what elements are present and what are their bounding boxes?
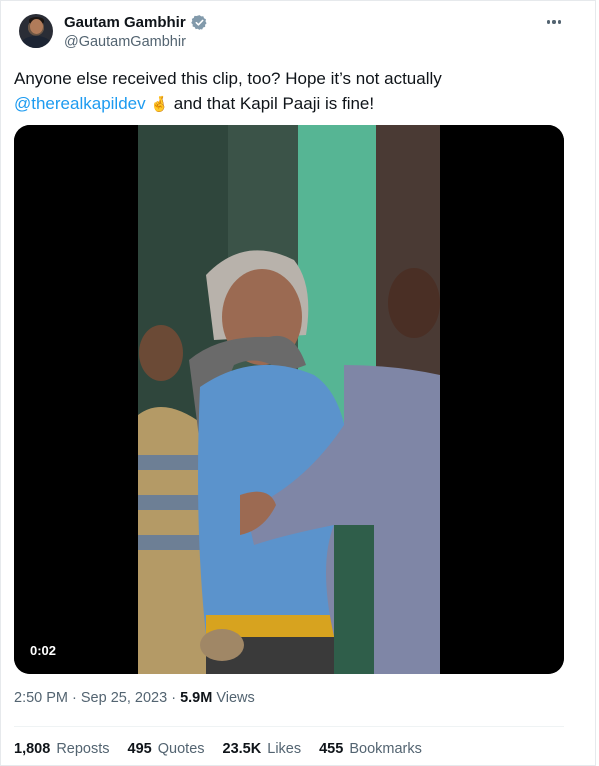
reposts-count: 1,808: [14, 741, 51, 757]
tweet-text-part: Anyone else received this clip, too? Hop…: [14, 69, 442, 88]
quotes-stat[interactable]: 495 Quotes: [128, 741, 205, 757]
meta-separator: ·: [167, 690, 181, 706]
likes-stat[interactable]: 23.5K Likes: [223, 741, 302, 757]
crossed-fingers-emoji: 🤞: [150, 95, 170, 113]
avatar[interactable]: [19, 14, 53, 48]
bookmarks-count: 455: [319, 741, 344, 757]
views-label: Views: [212, 690, 255, 706]
bookmarks-label: Bookmarks: [349, 741, 422, 757]
reposts-stat[interactable]: 1,808 Reposts: [14, 741, 110, 757]
verified-badge-icon: [190, 15, 207, 30]
quotes-label: Quotes: [157, 741, 205, 757]
likes-label: Likes: [267, 741, 302, 757]
likes-count: 23.5K: [222, 741, 262, 757]
author-handle[interactable]: @GautamGambhir: [64, 34, 186, 50]
more-options-icon[interactable]: [543, 13, 565, 31]
mention-link[interactable]: @therealkapildev: [14, 94, 146, 113]
author-name-row: Gautam Gambhir: [64, 14, 208, 31]
tweet-date[interactable]: Sep 25, 2023: [81, 690, 167, 706]
video-duration-badge: 0:02: [24, 641, 63, 660]
tweet-meta: 2:50 PM · Sep 25, 2023 · 5.9M Views: [14, 690, 255, 706]
meta-separator: ·: [68, 690, 81, 706]
author-display-name[interactable]: Gautam Gambhir: [64, 14, 186, 31]
tweet-time[interactable]: 2:50 PM: [14, 690, 68, 706]
views-count: 5.9M: [180, 690, 213, 706]
reposts-label: Reposts: [56, 741, 110, 757]
divider: [14, 726, 564, 727]
video-frame: [14, 125, 564, 674]
bookmarks-stat[interactable]: 455 Bookmarks: [319, 741, 422, 757]
tweet-text-part: and that Kapil Paaji is fine!: [169, 94, 375, 113]
video-player[interactable]: 0:02: [14, 125, 564, 674]
quotes-count: 495: [127, 741, 152, 757]
engagement-stats: 1,808 Reposts 495 Quotes 23.5K Likes 455…: [14, 741, 422, 757]
tweet-text: Anyone else received this clip, too? Hop…: [14, 66, 574, 117]
